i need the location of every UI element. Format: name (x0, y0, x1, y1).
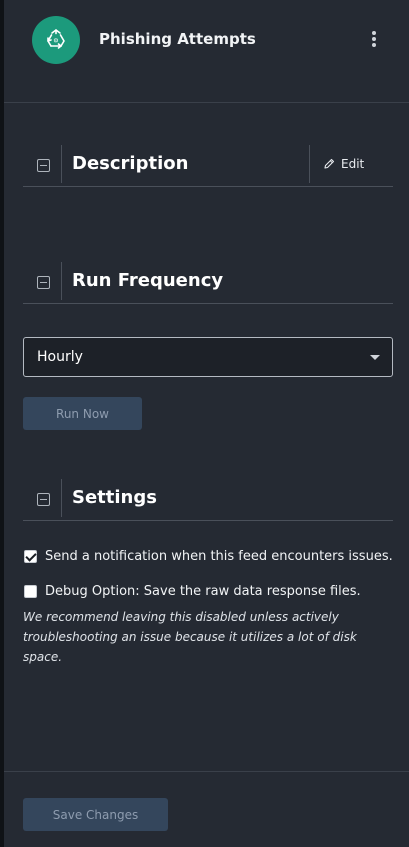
debug-checkbox[interactable] (24, 585, 37, 598)
page-title: Phishing Attempts (99, 30, 256, 48)
recycle-icon: ⚙ (32, 16, 80, 64)
save-changes-button[interactable]: Save Changes (23, 798, 168, 831)
panel-header: ⚙ Phishing Attempts (4, 0, 409, 103)
collapse-icon[interactable] (37, 276, 50, 289)
run-frequency-select[interactable]: Hourly (23, 337, 393, 377)
divider (4, 771, 409, 772)
collapse-icon[interactable] (37, 159, 50, 172)
section-title-description: Description (72, 153, 189, 174)
run-now-button[interactable]: Run Now (23, 397, 142, 430)
settings-section-header: Settings (23, 477, 393, 521)
chevron-down-icon (370, 355, 380, 360)
section-title-settings: Settings (72, 487, 157, 508)
notify-option[interactable]: Send a notification when this feed encou… (24, 549, 393, 564)
notify-checkbox[interactable] (24, 550, 37, 563)
kebab-menu-icon[interactable] (368, 28, 380, 50)
divider (61, 145, 62, 183)
edit-description-button[interactable]: Edit (323, 157, 364, 171)
select-value: Hourly (37, 349, 83, 365)
divider (61, 479, 62, 517)
section-title-run-frequency: Run Frequency (72, 270, 224, 291)
svg-text:⚙: ⚙ (53, 38, 58, 45)
debug-label: Debug Option: Save the raw data response… (45, 584, 361, 599)
pencil-icon (324, 158, 335, 169)
collapse-icon[interactable] (37, 493, 50, 506)
notify-label: Send a notification when this feed encou… (45, 549, 393, 564)
description-section-header: Description Edit (23, 143, 393, 187)
feed-settings-panel: ⚙ Phishing Attempts Description Edit Run… (4, 0, 409, 847)
debug-option[interactable]: Debug Option: Save the raw data response… (24, 584, 361, 599)
divider (61, 262, 62, 300)
edit-label: Edit (341, 157, 365, 171)
run-frequency-section-header: Run Frequency (23, 260, 393, 304)
debug-note: We recommend leaving this disabled unles… (23, 610, 357, 664)
divider (309, 145, 310, 183)
